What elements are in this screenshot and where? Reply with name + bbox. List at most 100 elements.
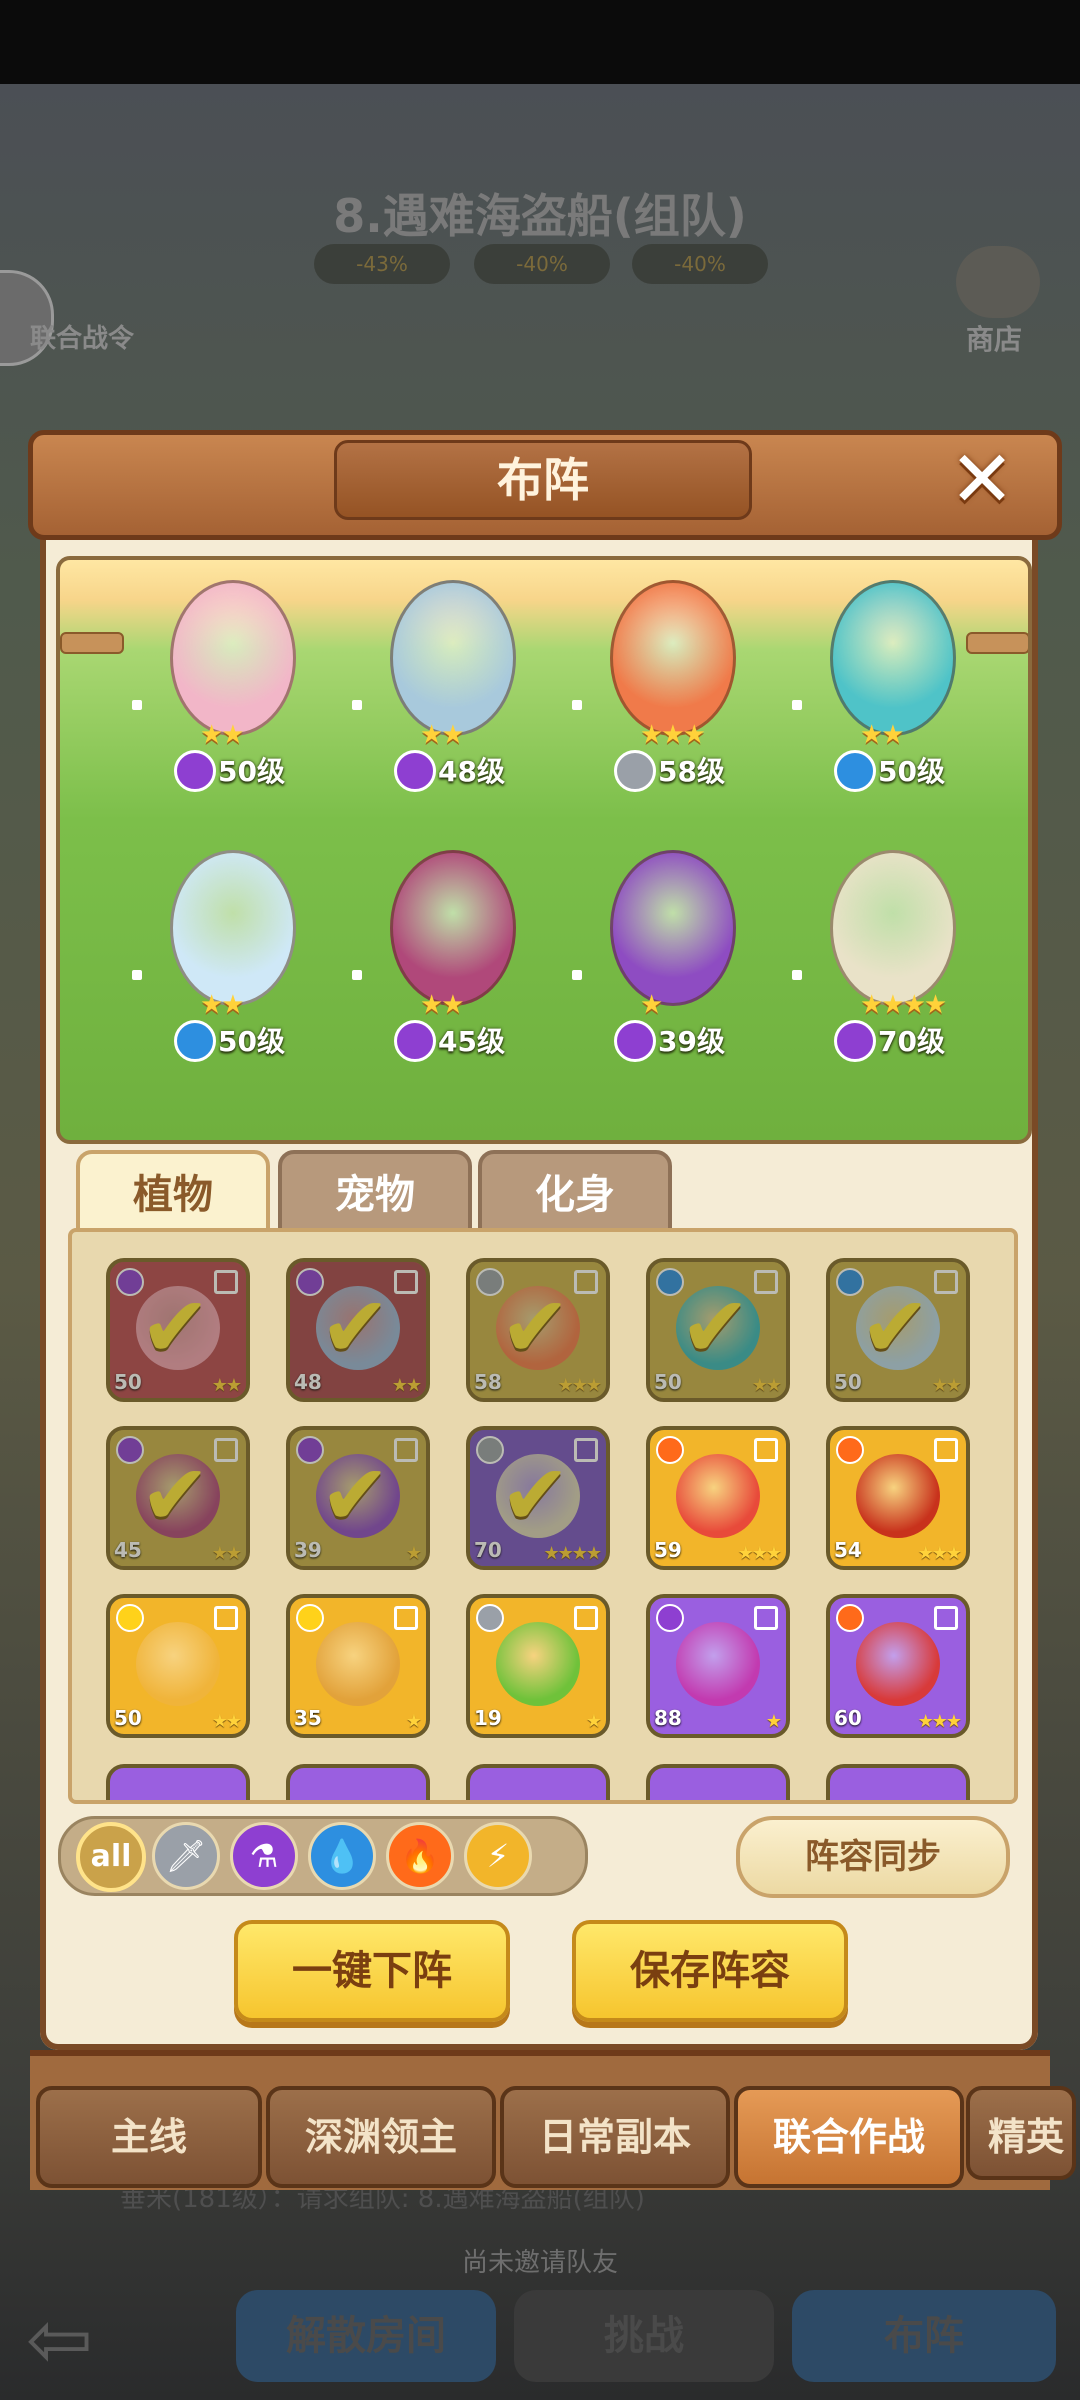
plant-card[interactable]: 50 ★★ [106, 1594, 250, 1738]
plant-portrait [316, 1286, 400, 1370]
water-element-icon [174, 1020, 216, 1062]
save-lineup-button[interactable]: 保存阵容 [572, 1920, 848, 2022]
card-level: 70 [474, 1538, 502, 1562]
plant-card[interactable] [646, 1764, 790, 1800]
slot-marker [352, 700, 362, 710]
plant-portrait [856, 1622, 940, 1706]
plant-portrait [496, 1454, 580, 1538]
poison-element-icon [394, 1020, 436, 1062]
water-filter-icon[interactable]: 💧 [308, 1822, 376, 1890]
formation-button-bg[interactable]: 布阵 [792, 2290, 1056, 2382]
plant-portrait [136, 1622, 220, 1706]
plant-card[interactable]: 48 ★★ ✔ [286, 1258, 430, 1402]
unequip-all-button[interactable]: 一键下阵 [234, 1920, 510, 2022]
mode-tab[interactable]: 精英 [966, 2086, 1076, 2180]
plant-card[interactable] [286, 1764, 430, 1800]
slot-mark-icon [754, 1606, 778, 1630]
fence [966, 632, 1028, 654]
hero-stars: ★★★★ [860, 990, 947, 1020]
slot-mark-icon [394, 1606, 418, 1630]
formation-hero[interactable] [170, 850, 296, 1006]
plant-card[interactable]: 54 ★★★ [826, 1426, 970, 1570]
plant-card[interactable]: 50 ★★ ✔ [106, 1258, 250, 1402]
checkmark-icon: ✔ [320, 1278, 391, 1376]
plant-card[interactable]: 60 ★★★ [826, 1594, 970, 1738]
fire-filter-icon[interactable]: 🔥 [386, 1822, 454, 1890]
element-icon [836, 1268, 864, 1296]
card-level: 59 [654, 1538, 682, 1562]
tab-avatar[interactable]: 化身 [478, 1150, 672, 1240]
plant-card[interactable]: 50 ★★ ✔ [826, 1258, 970, 1402]
invite-status: 尚未邀请队友 [461, 2248, 618, 2278]
checkmark-icon: ✔ [140, 1446, 211, 1544]
element-icon [296, 1604, 324, 1632]
plant-card[interactable]: 50 ★★ ✔ [646, 1258, 790, 1402]
formation-hero[interactable] [610, 850, 736, 1006]
plant-card[interactable]: 45 ★★ ✔ [106, 1426, 250, 1570]
hero-stars: ★★ [200, 990, 245, 1020]
tab-plants[interactable]: 植物 [76, 1150, 270, 1240]
slot-marker [132, 700, 142, 710]
plant-card[interactable] [466, 1764, 610, 1800]
card-stars: ★★★ [737, 1543, 782, 1564]
slot-mark-icon [214, 1270, 238, 1294]
plant-card[interactable]: 58 ★★★ ✔ [466, 1258, 610, 1402]
plant-portrait [136, 1454, 220, 1538]
sword-filter-icon[interactable]: 🗡 [152, 1822, 220, 1890]
element-icon [656, 1436, 684, 1464]
battle-pass-label[interactable]: 联合战令 [30, 318, 134, 355]
card-stars: ★★ [211, 1543, 242, 1564]
element-icon [836, 1604, 864, 1632]
plant-card[interactable]: 59 ★★★ [646, 1426, 790, 1570]
mode-tab[interactable]: 日常副本 [500, 2086, 730, 2188]
mode-tab[interactable]: 深渊领主 [266, 2086, 496, 2188]
stat-pill-poison: -40% [632, 244, 768, 284]
water-element-icon [834, 750, 876, 792]
hero-level: 48级 [438, 755, 505, 788]
formation-hero[interactable] [390, 850, 516, 1006]
back-arrow-icon[interactable]: ⇦ [26, 2300, 146, 2380]
poison-filter-icon[interactable]: ⚗ [230, 1822, 298, 1890]
tab-pets[interactable]: 宠物 [278, 1150, 472, 1240]
plant-card[interactable]: 39 ★ ✔ [286, 1426, 430, 1570]
card-stars: ★★★ [557, 1375, 602, 1396]
element-icon [296, 1436, 324, 1464]
challenge-button[interactable]: 挑战 [514, 2290, 774, 2382]
plant-card[interactable]: 35 ★ [286, 1594, 430, 1738]
close-icon[interactable]: ✕ [944, 441, 1020, 519]
element-icon [116, 1268, 144, 1296]
sword-element-icon [614, 750, 656, 792]
card-stars: ★★ [751, 1375, 782, 1396]
formation-hero[interactable] [830, 580, 956, 736]
mode-tab[interactable]: 联合作战 [734, 2086, 964, 2188]
formation-hero[interactable] [390, 580, 516, 736]
formation-hero[interactable] [830, 850, 956, 1006]
plant-card[interactable] [826, 1764, 970, 1800]
plant-card[interactable]: 88 ★ [646, 1594, 790, 1738]
plant-card[interactable] [106, 1764, 250, 1800]
slot-mark-icon [934, 1606, 958, 1630]
card-level: 50 [114, 1706, 142, 1730]
plant-card[interactable]: 19 ★ [466, 1594, 610, 1738]
filter-all-button[interactable]: all [76, 1822, 146, 1892]
mode-tab[interactable]: 主线 [36, 2086, 262, 2188]
hero-level: 70级 [878, 1025, 945, 1058]
shop-icon[interactable] [956, 246, 1040, 318]
slot-mark-icon [574, 1270, 598, 1294]
formation-hero[interactable] [610, 580, 736, 736]
slot-mark-icon [574, 1606, 598, 1630]
card-stars: ★★ [931, 1375, 962, 1396]
plant-portrait [676, 1286, 760, 1370]
poison-element-icon [834, 1020, 876, 1062]
plant-card[interactable]: 70 ★★★★ ✔ [466, 1426, 610, 1570]
checkmark-icon: ✔ [500, 1446, 571, 1544]
checkmark-icon: ✔ [320, 1446, 391, 1544]
disband-room-button[interactable]: 解散房间 [236, 2290, 496, 2382]
shop-label[interactable]: 商店 [966, 318, 1022, 358]
formation-hero[interactable] [170, 580, 296, 736]
hero-stars: ★★ [200, 720, 245, 750]
lightning-filter-icon[interactable]: ⚡ [464, 1822, 532, 1890]
hero-level: 50级 [218, 755, 285, 788]
card-level: 60 [834, 1706, 862, 1730]
sync-lineup-button[interactable]: 阵容同步 [736, 1816, 1010, 1898]
